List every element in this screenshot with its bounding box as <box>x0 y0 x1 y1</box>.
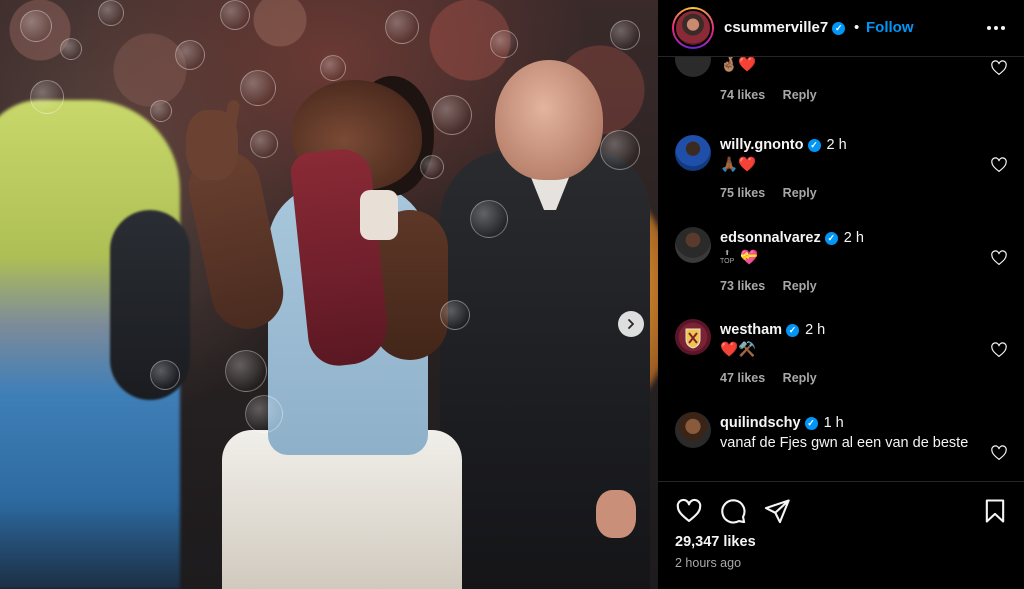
bubble <box>470 200 508 238</box>
bubble <box>440 300 470 330</box>
wrist-tape <box>360 190 398 240</box>
comment-avatar[interactable] <box>675 135 711 171</box>
header-separator: • <box>854 19 860 36</box>
comment-time: 2 h <box>805 322 826 338</box>
comment-likes[interactable]: 74 likes <box>720 88 765 102</box>
comment-likes[interactable]: 73 likes <box>720 279 765 293</box>
comment-meta: 75 likes Reply <box>720 186 831 200</box>
bubble <box>250 130 278 158</box>
share-icon[interactable] <box>763 497 791 525</box>
post-details-panel: csummerville7 ✓ • Follow 🤞🏽❤️ 74 likes Re… <box>658 0 1024 589</box>
comment-username-text[interactable]: westham <box>720 322 782 338</box>
comment-likes[interactable]: 75 likes <box>720 186 765 200</box>
reply-button[interactable]: Reply <box>783 186 817 200</box>
heart-icon[interactable] <box>990 249 1008 267</box>
verified-icon: ✓ <box>804 416 818 430</box>
post-actions: 29,347 likes 2 hours ago <box>658 481 1024 589</box>
bubble <box>150 360 180 390</box>
bubble <box>220 0 250 30</box>
bubble <box>320 55 346 81</box>
verified-icon: ✓ <box>807 138 821 152</box>
bubble <box>432 95 472 135</box>
comment-avatar[interactable] <box>675 57 711 77</box>
more-icon[interactable] <box>984 16 1008 40</box>
bookmark-icon[interactable] <box>981 497 1009 525</box>
author-avatar-image <box>674 9 712 47</box>
top-badge: ⬆ TOP <box>720 250 735 266</box>
comment-likes[interactable]: 47 likes <box>720 371 765 385</box>
bubble <box>490 30 518 58</box>
heart-icon[interactable] <box>990 444 1008 462</box>
bubble <box>20 10 52 42</box>
comment-username-text[interactable]: quilindschy <box>720 415 801 431</box>
next-photo-button[interactable] <box>618 311 644 337</box>
heart-icon[interactable] <box>990 341 1008 359</box>
bubble <box>225 350 267 392</box>
comment-avatar[interactable] <box>675 412 711 448</box>
top-badge-label: TOP <box>720 258 735 266</box>
comment-time: 2 h <box>843 230 864 246</box>
follow-button[interactable]: Follow <box>866 19 914 36</box>
bubble <box>30 80 64 114</box>
comment-text: 🤞🏽❤️ <box>720 57 757 73</box>
comment-text: ❤️⚒️ <box>720 342 757 358</box>
comment-meta: 74 likes Reply <box>720 88 831 102</box>
reply-button[interactable]: Reply <box>783 279 817 293</box>
comment-avatar[interactable] <box>675 319 711 355</box>
comment-text: vanaf de Fjes gwn al een van de beste <box>720 435 969 451</box>
comment-username[interactable]: willy.gnonto ✓ 2 h <box>720 137 847 153</box>
bubble <box>420 155 444 179</box>
comments-list[interactable]: 🤞🏽❤️ 74 likes Reply willy.gnonto ✓ 2 h 🙏🏾❤… <box>658 57 1024 481</box>
comment-icon[interactable] <box>719 497 747 525</box>
post-photo[interactable] <box>0 0 658 589</box>
comment-username[interactable]: quilindschy ✓ 1 h <box>720 415 844 431</box>
comment-text: ⬆ TOP 💝 <box>720 248 970 268</box>
comment-emoji: 💝 <box>740 250 759 266</box>
bubble <box>150 100 172 122</box>
comment-meta: 73 likes Reply <box>720 279 831 293</box>
verified-icon: ✓ <box>832 21 846 35</box>
comment-text: 🙏🏾❤️ <box>720 157 757 173</box>
heart-icon[interactable] <box>990 156 1008 174</box>
likes-count[interactable]: 29,347 likes <box>675 534 756 550</box>
reply-button[interactable]: Reply <box>783 371 817 385</box>
bubble <box>245 395 283 433</box>
author-avatar[interactable] <box>672 7 714 49</box>
author-username-text[interactable]: csummerville7 <box>724 19 828 36</box>
club-crest-icon <box>685 328 701 349</box>
heart-icon[interactable] <box>675 497 703 525</box>
comment-username[interactable]: edsonnalvarez ✓ 2 h <box>720 230 864 246</box>
bubble <box>175 40 205 70</box>
suit-man-head <box>495 60 603 180</box>
comment-username-text[interactable]: willy.gnonto <box>720 137 804 153</box>
bubble <box>98 0 124 26</box>
comment-time: 1 h <box>823 415 844 431</box>
comment-time: 2 h <box>826 137 847 153</box>
bubble <box>240 70 276 106</box>
author-username[interactable]: csummerville7 ✓ <box>724 19 846 36</box>
comment-avatar[interactable] <box>675 227 711 263</box>
comment-meta: 47 likes Reply <box>720 371 831 385</box>
bubble <box>385 10 419 44</box>
bubble <box>610 20 640 50</box>
comment-username[interactable]: westham ✓ 2 h <box>720 322 825 338</box>
comment-username-text[interactable]: edsonnalvarez <box>720 230 821 246</box>
suit-man-hand <box>596 490 636 538</box>
bubble <box>60 38 82 60</box>
verified-icon: ✓ <box>824 231 838 245</box>
verified-icon: ✓ <box>786 323 800 337</box>
chevron-right-icon <box>628 319 634 329</box>
post-timestamp[interactable]: 2 hours ago <box>675 556 741 570</box>
reply-button[interactable]: Reply <box>783 88 817 102</box>
heart-icon[interactable] <box>990 59 1008 77</box>
bubble <box>600 130 640 170</box>
post-header: csummerville7 ✓ • Follow <box>658 0 1024 57</box>
